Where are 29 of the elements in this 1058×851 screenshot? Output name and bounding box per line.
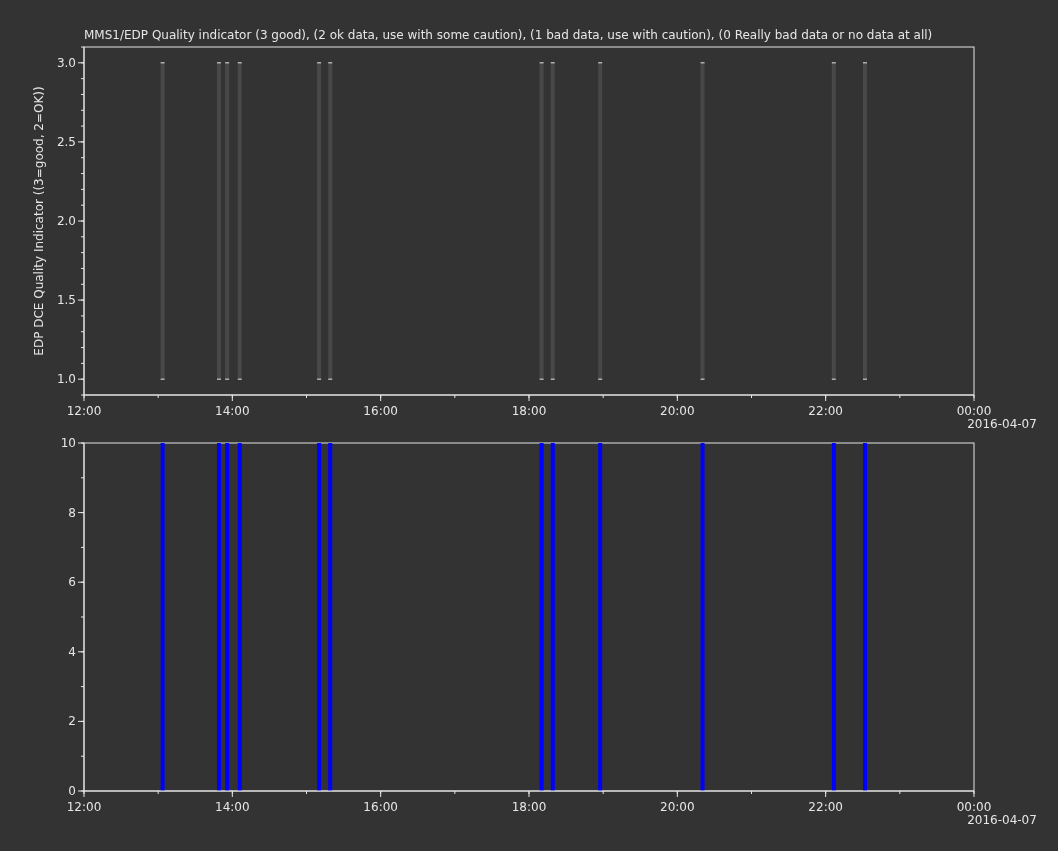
plot-title: MMS1/EDP Quality indicator (3 good), (2 ok data, use with some caution), (1 bad data, use with caution), (0 Really bad data or no data at all) [83,27,934,44]
tick-label: 1.0 [56,372,76,387]
date-label: 2016-04-07 [967,813,1037,827]
y-axis-label: EDP DCE Quality Indicator ((3=good, 2=OK)) [32,86,46,356]
tick-label: 20:00 [660,800,695,814]
tick-label: 00:00 [956,800,992,814]
tick-label: 12:00 [66,404,102,418]
tick-label: 18:00 [511,800,547,814]
tick-label: 2.5 [56,134,76,149]
tick-label: 22:00 [808,404,843,418]
tick-label: 14:00 [215,404,250,418]
tick-label: 00:00 [956,404,992,418]
tick-label: 8 [68,505,76,520]
tick-label: 18:00 [511,404,547,418]
date-label: 2016-04-07 [967,417,1037,431]
tick-label: 10 [60,436,76,450]
tick-label: 1.5 [56,293,76,308]
tick-label: 12:00 [66,800,102,814]
tick-label: 6 [68,575,76,590]
tick-label: 16:00 [363,404,398,418]
tick-label: 22:00 [808,800,843,814]
tick-label: 2 [68,714,76,729]
tick-label: 20:00 [660,404,695,418]
tick-label: 16:00 [363,800,398,814]
tick-label: 2.0 [56,214,76,228]
tick-label: 4 [68,644,76,659]
tick-label: 3.0 [56,55,76,70]
tick-label: 0 [68,784,76,798]
tick-label: 14:00 [215,800,250,814]
